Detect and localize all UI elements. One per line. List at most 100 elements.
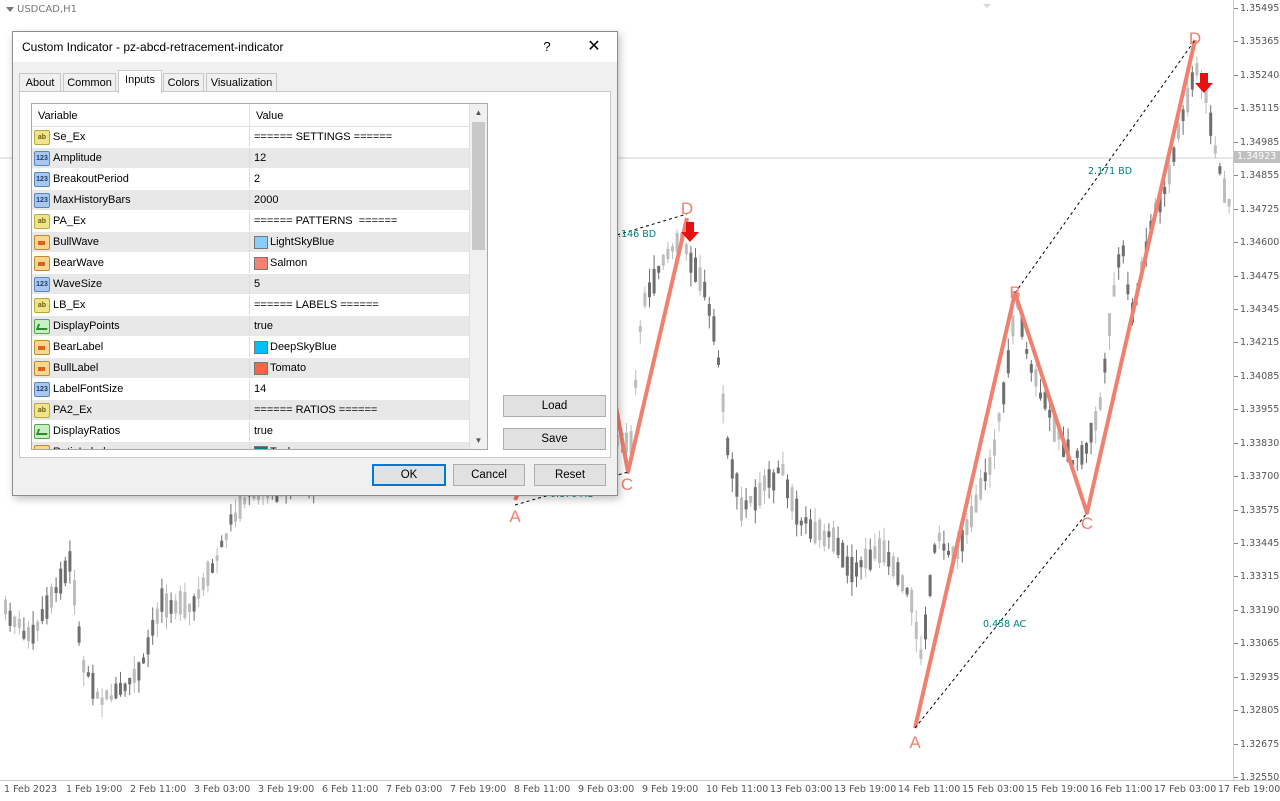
tab-inputs[interactable]: Inputs	[118, 70, 162, 93]
input-value[interactable]: Teal	[270, 446, 290, 449]
scroll-down-arrow-icon[interactable]: ▼	[470, 432, 487, 449]
candle-body	[1075, 450, 1079, 458]
inputs-panel: Variable Value ab Se_Ex ====== SETTINGS ==…	[19, 91, 611, 458]
price-axis[interactable]: 1.35495 1.35365 1.35240 1.35115 1.34985 1.348…	[1233, 0, 1280, 783]
input-value[interactable]: 5	[254, 278, 260, 290]
point-label-c-left: C	[621, 475, 633, 494]
input-row[interactable]: BearLabel DeepSkyBlue	[32, 337, 469, 358]
input-row[interactable]: ab Se_Ex ====== SETTINGS ======	[32, 127, 469, 148]
candle-body	[1186, 87, 1190, 113]
tab-colors[interactable]: Colors	[163, 73, 204, 92]
reset-button[interactable]: Reset	[534, 464, 606, 486]
tab-common[interactable]: Common	[63, 73, 116, 92]
input-row[interactable]: 123 LabelFontSize 14	[32, 379, 469, 400]
load-button[interactable]: Load	[503, 395, 606, 417]
candle-body	[818, 519, 822, 541]
input-value[interactable]: 12	[254, 152, 266, 164]
candle-body	[790, 487, 794, 512]
input-row[interactable]: ab PA_Ex ====== PATTERNS ======	[32, 211, 469, 232]
abcd-wave-right	[913, 39, 1197, 729]
input-row[interactable]: 123 BreakoutPeriod 2	[32, 169, 469, 190]
input-value[interactable]: Salmon	[270, 257, 307, 269]
candle-body	[873, 546, 877, 559]
input-variable-name: Se_Ex	[53, 131, 86, 143]
col-type-icon	[34, 256, 50, 271]
candle-body	[776, 467, 780, 474]
candle-body	[13, 616, 17, 628]
price-label: 1.32805	[1240, 705, 1280, 717]
input-row[interactable]: BearWave Salmon	[32, 253, 469, 274]
input-row[interactable]: 123 WaveSize 5	[32, 274, 469, 295]
candle-body	[744, 500, 748, 510]
input-row[interactable]: RatioLabel Teal	[32, 442, 469, 449]
input-row[interactable]: DisplayRatios true	[32, 421, 469, 442]
candle-body	[1112, 285, 1116, 297]
price-label: 1.33830	[1240, 437, 1280, 449]
price-label: 1.33065	[1240, 638, 1280, 650]
candle-body	[1011, 315, 1015, 337]
input-value[interactable]: ====== SETTINGS ======	[254, 131, 392, 143]
candle-body	[1094, 411, 1098, 431]
candle-body	[151, 619, 155, 636]
price-tick	[1234, 308, 1238, 310]
grid-scrollbar[interactable]: ▲ ▼	[469, 104, 487, 449]
candle-body	[114, 683, 118, 699]
time-label: 1 Feb 19:00	[66, 784, 123, 795]
input-value[interactable]: 14	[254, 383, 266, 395]
candle-body	[859, 560, 863, 568]
help-button[interactable]: ?	[533, 37, 561, 57]
col-type-icon	[34, 361, 50, 376]
candle-body	[63, 560, 67, 584]
candle-body	[142, 657, 145, 664]
input-value[interactable]: true	[254, 320, 273, 332]
color-swatch[interactable]	[254, 362, 268, 375]
input-value[interactable]: ====== PATTERNS ======	[254, 215, 397, 227]
color-swatch[interactable]	[254, 236, 268, 249]
input-row[interactable]: ab LB_Ex ====== LABELS ======	[32, 295, 469, 316]
input-value[interactable]: ====== RATIOS ======	[254, 404, 377, 416]
candle-body	[657, 265, 661, 273]
candle-body	[1034, 369, 1038, 387]
input-value[interactable]: LightSkyBlue	[270, 236, 334, 248]
save-button[interactable]: Save	[503, 428, 606, 450]
candle-body	[128, 677, 132, 685]
time-axis[interactable]: 1 Feb 2023 1 Feb 19:00 2 Feb 11:00 3 Feb 03…	[0, 780, 1280, 801]
scroll-up-arrow-icon[interactable]: ▲	[470, 104, 487, 121]
tab-about[interactable]: About	[19, 73, 61, 92]
dropdown-triangle-icon	[6, 6, 14, 12]
scroll-thumb[interactable]	[472, 122, 485, 250]
candle-body	[50, 586, 53, 608]
candle-body	[31, 624, 35, 644]
input-value[interactable]: ====== LABELS ======	[254, 299, 379, 311]
time-label: 14 Feb 11:00	[898, 784, 961, 795]
input-row[interactable]: DisplayPoints true	[32, 316, 469, 337]
candle-body	[652, 268, 656, 294]
input-value[interactable]: 2	[254, 173, 260, 185]
color-swatch[interactable]	[254, 446, 268, 449]
price-tick	[1234, 208, 1238, 210]
candle-body	[970, 506, 973, 528]
candle-body	[868, 549, 872, 570]
column-header-variable[interactable]: Variable	[38, 110, 78, 122]
input-row[interactable]: ab PA2_Ex ====== RATIOS ======	[32, 400, 469, 421]
close-button[interactable]: ✕	[579, 36, 609, 58]
candle-body	[836, 537, 840, 555]
input-row[interactable]: 123 Amplitude 12	[32, 148, 469, 169]
price-label: 1.35240	[1240, 69, 1280, 81]
color-swatch[interactable]	[254, 341, 268, 354]
color-swatch[interactable]	[254, 257, 268, 270]
tab-visualization[interactable]: Visualization	[206, 73, 277, 92]
input-row[interactable]: 123 MaxHistoryBars 2000	[32, 190, 469, 211]
input-value[interactable]: true	[254, 425, 273, 437]
cancel-button[interactable]: Cancel	[453, 464, 525, 486]
input-value[interactable]: 2000	[254, 194, 278, 206]
input-row[interactable]: BullLabel Tomato	[32, 358, 469, 379]
column-header-value[interactable]: Value	[256, 110, 283, 122]
input-row[interactable]: BullWave LightSkyBlue	[32, 232, 469, 253]
input-variable-name: WaveSize	[53, 278, 103, 290]
dialog-titlebar[interactable]: Custom Indicator - pz-abcd-retracement-i…	[13, 32, 617, 62]
input-value[interactable]: DeepSkyBlue	[270, 341, 337, 353]
input-value[interactable]: Tomato	[270, 362, 306, 374]
ok-button[interactable]: OK	[372, 464, 446, 486]
time-label: 10 Feb 11:00	[706, 784, 769, 795]
